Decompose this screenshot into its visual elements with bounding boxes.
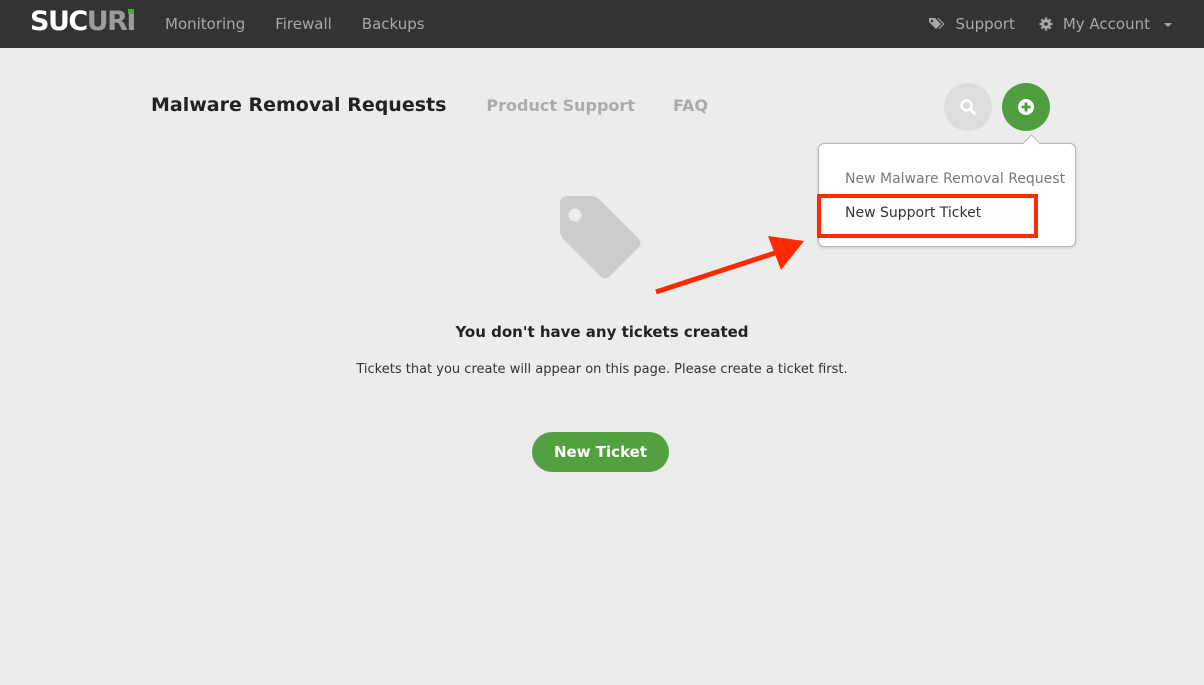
tab-malware-removal-requests[interactable]: Malware Removal Requests [151,94,446,116]
user-nav: Support My Account [904,0,1172,48]
nav-monitoring[interactable]: Monitoring [165,15,245,33]
empty-state-title: You don't have any tickets created [455,323,749,341]
tags-icon [928,18,945,29]
tab-faq[interactable]: FAQ [673,96,708,115]
logo-green-accent [127,9,134,14]
nav-backups[interactable]: Backups [362,15,425,33]
my-account-menu[interactable]: My Account [1039,15,1172,33]
add-button[interactable] [1002,83,1050,131]
annotation-highlight-box [817,194,1038,238]
search-icon [960,99,976,115]
sucuri-logo[interactable]: SUC URI [30,6,136,37]
my-account-label: My Account [1062,15,1150,33]
caret-down-icon [1164,23,1172,27]
logo-text-white: SUC [30,6,88,37]
page-tabs: Malware Removal Requests Product Support… [151,94,746,116]
empty-state-subtitle: Tickets that you create will appear on t… [356,362,848,377]
top-navigation-bar: SUC URI Monitoring Firewall Backups Suppo… [0,0,1204,48]
plus-circle-icon [1018,99,1034,115]
search-button[interactable] [944,83,992,131]
gear-icon [1039,17,1053,31]
tag-icon [560,196,641,279]
tab-product-support[interactable]: Product Support [486,96,635,115]
menu-item-new-malware-removal-request[interactable]: New Malware Removal Request [845,171,1065,187]
new-ticket-button[interactable]: New Ticket [532,432,669,472]
support-label: Support [955,15,1015,33]
nav-firewall[interactable]: Firewall [275,15,332,33]
main-nav: Monitoring Firewall Backups [165,0,455,48]
annotation-arrow [655,236,804,295]
support-link[interactable]: Support [928,15,1015,33]
